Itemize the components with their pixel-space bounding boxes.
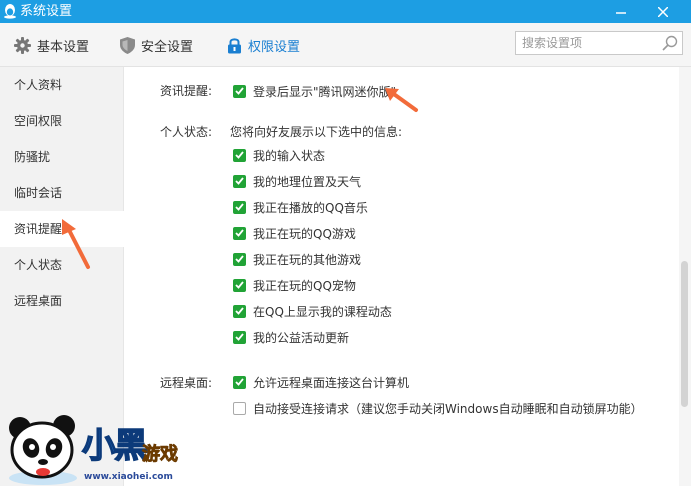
tab-security-settings[interactable]: 安全设置 — [120, 23, 193, 67]
scrollbar-thumb[interactable] — [681, 261, 688, 407]
checkbox-label: 允许远程桌面连接这台计算机 — [253, 375, 410, 390]
settings-toolbar: 基本设置 安全设置 权限设置 — [0, 23, 691, 67]
close-icon — [658, 6, 668, 17]
checkbox-checked-icon — [233, 252, 246, 266]
search-icon[interactable] — [662, 35, 678, 51]
sidebar-item-temporary-chat[interactable]: 临时会话 — [0, 175, 124, 211]
close-button[interactable] — [649, 0, 677, 23]
tab-basic-settings-label: 基本设置 — [37, 39, 90, 55]
checkbox-checked-icon — [233, 148, 246, 162]
checkbox-checked-icon — [233, 226, 246, 240]
checkbox-label: 我正在播放的QQ音乐 — [253, 200, 368, 215]
news-reminder-label: 资讯提醒: — [160, 84, 213, 98]
auto-accept-connection-checkbox[interactable]: 自动接受连接请求（建议您手动关闭Windows自动睡眠和自动锁屏功能） — [233, 400, 643, 416]
gear-icon — [14, 36, 31, 54]
annotation-arrow-icon — [385, 88, 418, 112]
checkbox-checked-icon — [233, 278, 246, 292]
status-option-checkbox[interactable]: 在QQ上显示我的课程动态 — [233, 303, 392, 319]
search-box[interactable] — [515, 31, 683, 55]
watermark-title: 小黑 — [81, 425, 149, 467]
minimize-icon — [616, 11, 626, 14]
personal-status-label: 个人状态: — [160, 125, 213, 139]
sidebar-item-anti-harassment[interactable]: 防骚扰 — [0, 139, 124, 175]
minimize-button[interactable] — [607, 0, 635, 23]
checkbox-checked-icon — [233, 304, 246, 318]
checkbox-label: 我的公益活动更新 — [253, 330, 350, 345]
sidebar-item-remote-desktop[interactable]: 远程桌面 — [0, 283, 124, 319]
checkbox-checked-icon — [233, 174, 246, 188]
show-tencent-mini-checkbox[interactable]: 登录后显示"腾讯网迷你版" — [233, 83, 396, 99]
status-option-checkbox[interactable]: 我的输入状态 — [233, 147, 325, 163]
lock-icon — [228, 37, 241, 53]
watermark-url: www.xiaohei.com — [84, 472, 173, 482]
qq-penguin-logo-icon — [4, 4, 16, 19]
checkbox-label: 我的地理位置及天气 — [253, 174, 362, 189]
checkbox-label: 在QQ上显示我的课程动态 — [253, 304, 392, 319]
checkbox-label: 我正在玩的QQ宠物 — [253, 278, 356, 293]
checkbox-unchecked-icon — [233, 401, 246, 415]
allow-remote-desktop-checkbox[interactable]: 允许远程桌面连接这台计算机 — [233, 374, 409, 390]
title-bar: 系统设置 — [0, 0, 691, 23]
status-option-checkbox[interactable]: 我的地理位置及天气 — [233, 173, 361, 189]
vertical-scrollbar[interactable] — [679, 67, 691, 486]
status-option-checkbox[interactable]: 我正在玩的其他游戏 — [233, 251, 361, 267]
checkbox-label: 自动接受连接请求（建议您手动关闭Windows自动睡眠和自动锁屏功能） — [253, 401, 643, 416]
checkbox-label: 我正在玩的其他游戏 — [253, 252, 362, 267]
checkbox-checked-icon — [233, 375, 246, 389]
checkbox-checked-icon — [233, 200, 246, 214]
search-input[interactable] — [516, 32, 656, 54]
sidebar-item-profile[interactable]: 个人资料 — [0, 67, 124, 103]
personal-status-description: 您将向好友展示以下选中的信息: — [230, 125, 403, 139]
site-watermark: 小黑 游戏 www.xiaohei.com — [0, 412, 200, 486]
annotation-arrow-icon — [62, 219, 90, 269]
shield-icon — [120, 36, 135, 54]
tab-permission-settings[interactable]: 权限设置 — [227, 23, 300, 67]
checkbox-label: 我的输入状态 — [253, 148, 326, 163]
checkbox-label: 我正在玩的QQ游戏 — [253, 226, 356, 241]
remote-desktop-label: 远程桌面: — [160, 376, 213, 390]
status-option-checkbox[interactable]: 我的公益活动更新 — [233, 329, 349, 345]
status-option-checkbox[interactable]: 我正在玩的QQ宠物 — [233, 277, 356, 293]
panda-mascot-icon — [9, 415, 77, 485]
status-option-checkbox[interactable]: 我正在播放的QQ音乐 — [233, 199, 368, 215]
status-option-checkbox[interactable]: 我正在玩的QQ游戏 — [233, 225, 356, 241]
tab-permission-settings-label: 权限设置 — [248, 39, 301, 55]
tab-security-settings-label: 安全设置 — [141, 39, 194, 55]
checkbox-checked-icon — [233, 84, 246, 98]
window-title: 系统设置 — [20, 4, 73, 19]
watermark-subtitle: 游戏 — [142, 444, 179, 466]
tab-basic-settings[interactable]: 基本设置 — [14, 23, 89, 67]
checkbox-checked-icon — [233, 330, 246, 344]
checkbox-label: 登录后显示"腾讯网迷你版" — [253, 84, 397, 99]
sidebar-item-space-permission[interactable]: 空间权限 — [0, 103, 124, 139]
